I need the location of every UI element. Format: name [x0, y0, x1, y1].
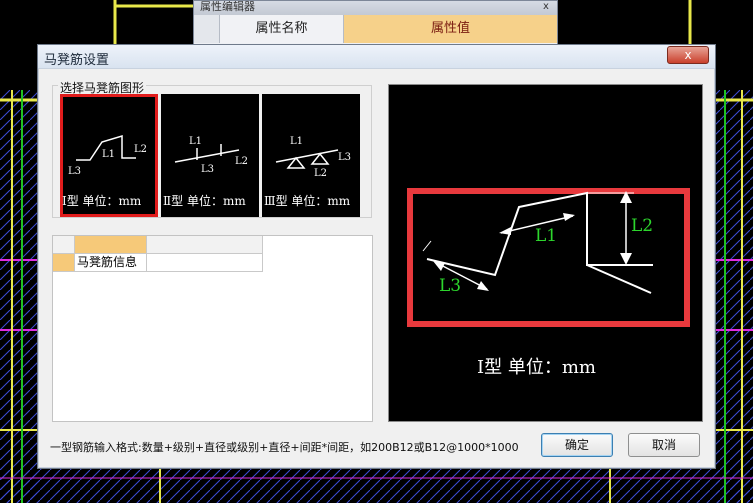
dialog-title: 马凳筋设置 [44, 53, 110, 68]
preview-label-l3: L3 [439, 276, 461, 296]
dialog-titlebar[interactable]: 马凳筋设置 x [38, 45, 715, 69]
shape-type2-label-l2: L2 [235, 156, 248, 167]
preview-label-l2: L2 [631, 216, 653, 236]
table-header-row [53, 236, 263, 254]
shape-type2-label-l3: L3 [201, 164, 214, 175]
table-header-cell-2[interactable] [147, 236, 263, 254]
table-row: 马凳筋信息 [53, 254, 263, 272]
input-format-hint: 一型钢筋输入格式:数量+级别+直径或级别+直径+间距*间距，如200B12或B1… [50, 441, 519, 454]
shape-option-type2[interactable]: L1 L2 L3 Ⅱ型 单位：mm [161, 94, 259, 217]
shape-type1-label-l3: L3 [68, 166, 81, 177]
row-header-corner [194, 15, 220, 43]
column-header-value[interactable]: 属性值 [344, 15, 557, 43]
preview-label-l1: L1 [535, 226, 557, 246]
preview-drawing: L1 L2 L3 Ⅰ型 单位：mm [407, 188, 690, 378]
shape-option-type3[interactable]: L1 L2 L3 Ⅲ型 单位：mm [262, 94, 360, 217]
shape-type2-label-l1: L1 [189, 136, 202, 147]
shape-type2-caption: Ⅱ型 单位：mm [163, 194, 246, 208]
preview-caption: Ⅰ型 单位：mm [477, 357, 596, 378]
shape-type3-caption: Ⅲ型 单位：mm [264, 194, 351, 208]
column-header-name[interactable]: 属性名称 [220, 15, 344, 43]
table-cell-value[interactable] [147, 254, 263, 272]
shape-type1-caption: Ⅰ型 单位：mm [62, 194, 142, 208]
dialog-close-button[interactable]: x [667, 46, 709, 64]
property-editor-close-button[interactable]: x [539, 1, 553, 13]
property-editor-title: 属性编辑器 [194, 1, 557, 15]
shape-type3-label-l3: L3 [338, 152, 351, 163]
stirrup-info-table: 马凳筋信息 [52, 235, 373, 422]
shape-preview-panel: L1 L2 L3 Ⅰ型 单位：mm [388, 84, 703, 422]
ok-button[interactable]: 确定 [541, 433, 613, 457]
table-corner-cell [53, 236, 75, 254]
stirrup-settings-dialog: 马凳筋设置 x 选择马凳筋图形 L1 L2 L3 Ⅰ型 单位：mm L1 L2 … [37, 44, 716, 469]
shape-option-type1[interactable]: L1 L2 L3 Ⅰ型 单位：mm [60, 94, 158, 217]
table-header-cell-1[interactable] [75, 236, 147, 254]
shape-type1-label-l1: L1 [102, 149, 115, 160]
preview-highlight-frame [407, 188, 690, 327]
shape-type1-label-l2: L2 [134, 144, 147, 155]
table-row-header[interactable] [53, 254, 75, 272]
table-cell-label: 马凳筋信息 [75, 254, 147, 272]
shape-type3-label-l1: L1 [290, 136, 303, 147]
cancel-button[interactable]: 取消 [628, 433, 700, 457]
shape-type3-label-l2: L2 [314, 168, 327, 179]
property-table-header: 属性名称 属性值 [194, 15, 557, 43]
